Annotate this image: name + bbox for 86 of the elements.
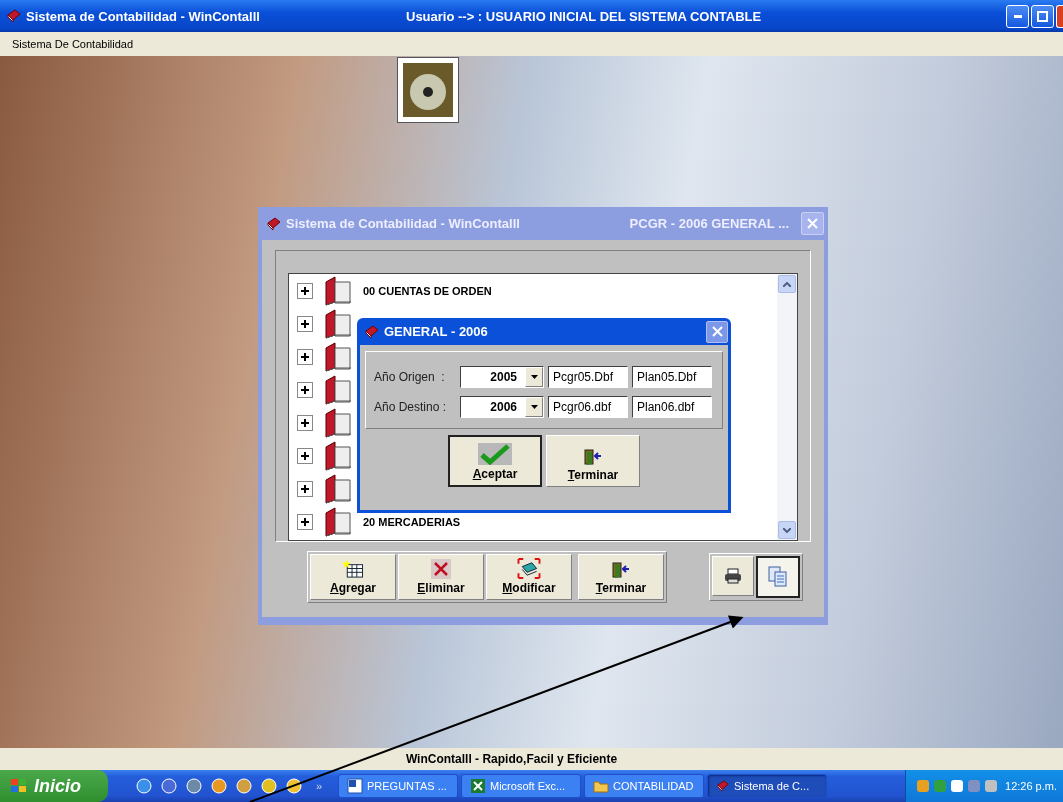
printer-icon: [724, 568, 742, 584]
table-add-icon: [341, 558, 365, 579]
add-button[interactable]: Agregar: [310, 554, 396, 600]
window-title: Sistema de Contabilidad - WinContalll: [286, 216, 520, 231]
maximize-icon: [1037, 10, 1048, 22]
menu-item[interactable]: Sistema De Contabilidad: [12, 38, 134, 50]
document-icon: [347, 778, 363, 794]
clock: 12:26 p.m.: [1005, 780, 1057, 792]
book-icon: [6, 9, 22, 23]
edit-button[interactable]: Modificar: [486, 554, 572, 600]
more-button[interactable]: »: [316, 780, 338, 792]
user-label: Usuario --> : USUARIO INICIAL DEL SISTEMA CONTABLE: [406, 8, 763, 24]
quick-launch-icon[interactable]: [286, 778, 302, 794]
year-dropdown[interactable]: 2005: [460, 366, 544, 388]
accept-button[interactable]: Aceptar: [448, 435, 542, 487]
file-field[interactable]: Pcgr05.Dbf: [548, 366, 628, 388]
scrollbar[interactable]: [777, 274, 797, 540]
book-icon: [323, 308, 353, 339]
book-icon: [323, 506, 353, 537]
door-exit-icon: [583, 448, 603, 466]
plus-icon: [300, 450, 310, 461]
taskbar-button[interactable]: CONTABILIDAD: [584, 774, 704, 798]
plus-icon: [300, 384, 310, 395]
taskbar-button[interactable]: Sistema de C...: [707, 774, 827, 798]
maximize-button[interactable]: [1031, 4, 1054, 28]
print-button[interactable]: [712, 556, 754, 596]
taskbar-button[interactable]: PREGUNTAS ...: [338, 774, 458, 798]
door-exit-icon: [611, 561, 631, 579]
book-icon: [323, 440, 353, 471]
dropdown-arrow-icon: [530, 375, 538, 379]
logo-icon: [397, 57, 459, 123]
field-label: Año Origen :: [374, 370, 446, 384]
expand-button[interactable]: [297, 348, 313, 365]
close-button[interactable]: [706, 320, 728, 343]
file-field[interactable]: Pcgr06.dbf: [548, 396, 628, 418]
plus-icon: [300, 318, 310, 329]
book-icon: [323, 374, 353, 405]
book-icon: [716, 780, 730, 792]
book-icon: [323, 275, 353, 306]
plus-icon: [300, 417, 310, 428]
window-title: Sistema de Contabilidad - WinContalll: [25, 8, 261, 24]
plus-icon: [300, 351, 310, 362]
minimize-icon: [1013, 14, 1022, 18]
tree-item[interactable]: 20 MERCADERIAS: [363, 515, 461, 528]
delete-button[interactable]: Eliminar: [398, 554, 484, 600]
book-icon: [323, 341, 353, 372]
windows-logo-icon: [10, 778, 28, 794]
edit-icon: [517, 558, 541, 579]
copy-icon: [768, 566, 788, 588]
window-subtitle: PCGR - 2006 GENERAL ...: [629, 216, 789, 231]
book-icon: [364, 324, 380, 339]
checkmark-icon: [478, 443, 512, 465]
tree-item[interactable]: 00 CUENTAS DE ORDEN: [363, 284, 492, 297]
file-field[interactable]: Plan06.dbf: [632, 396, 712, 418]
expand-button[interactable]: [297, 480, 313, 497]
taskbar-button[interactable]: Microsoft Exc...: [461, 774, 581, 798]
file-field[interactable]: Plan05.Dbf: [632, 366, 712, 388]
quick-launch-icon[interactable]: [261, 778, 277, 794]
plus-icon: [300, 285, 310, 296]
close-icon: [807, 218, 818, 229]
plus-icon: [300, 483, 310, 494]
dialog-title: GENERAL - 2006: [384, 324, 488, 339]
expand-button[interactable]: [297, 381, 313, 398]
expand-button[interactable]: [297, 414, 313, 431]
expand-button[interactable]: [297, 513, 313, 530]
exit-button[interactable]: Terminar: [578, 554, 664, 600]
year-dropdown[interactable]: 2006: [460, 396, 544, 418]
plus-icon: [300, 516, 310, 527]
expand-button[interactable]: [297, 315, 313, 332]
status-text: WinContalll - Rapido,Facil y Eficiente: [405, 752, 618, 766]
dropdown-arrow-icon: [530, 405, 538, 409]
book-icon: [323, 473, 353, 504]
close-icon: [711, 326, 723, 337]
minimize-button[interactable]: [1006, 4, 1029, 28]
tray-icon[interactable]: [950, 779, 964, 793]
copy-button[interactable]: [756, 556, 800, 598]
expand-button[interactable]: [297, 282, 313, 299]
start-button[interactable]: Inicio: [0, 770, 108, 802]
book-icon: [323, 407, 353, 438]
folder-icon: [593, 779, 609, 793]
exit-button[interactable]: Terminar: [546, 435, 640, 487]
spreadsheet-icon: [470, 778, 486, 794]
delete-icon: [431, 559, 451, 579]
field-label: Año Destino :: [374, 400, 448, 414]
expand-button[interactable]: [297, 447, 313, 464]
book-icon: [266, 216, 282, 231]
